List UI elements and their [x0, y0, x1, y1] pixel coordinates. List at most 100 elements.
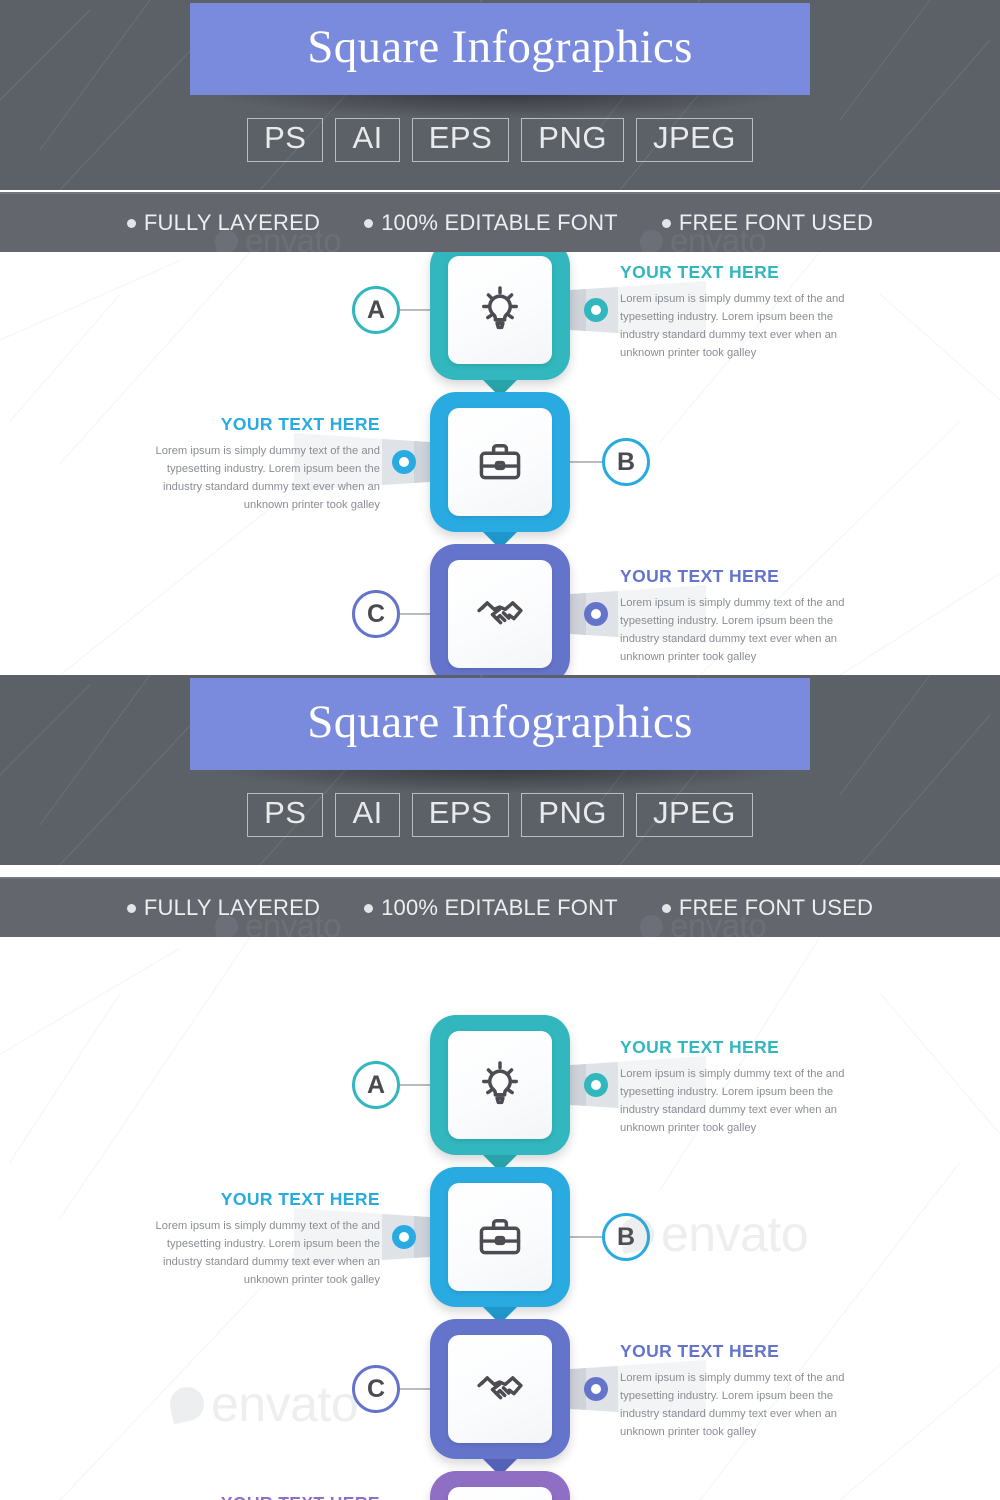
step-title: YOUR TEXT HERE — [620, 262, 780, 282]
step-icon-tile — [448, 408, 552, 516]
step-letter: C — [366, 1374, 386, 1403]
step-card[interactable] — [430, 252, 570, 397]
step-letter-badge-a[interactable]: A — [352, 286, 400, 334]
step-letter-badge-c[interactable]: C — [352, 1365, 400, 1413]
format-chip-jpeg[interactable]: JPEG — [635, 793, 753, 837]
step-title: YOUR TEXT HERE — [140, 1493, 380, 1500]
promo-title: Square Infographics — [307, 21, 693, 73]
step-card[interactable] — [430, 544, 570, 675]
step-text-block: YOUR TEXT HERE Lorem ipsum is simply dumm… — [620, 566, 860, 667]
format-chip-eps[interactable]: EPS — [411, 118, 510, 162]
handshake-icon — [471, 585, 529, 643]
features-bar-top: envato envato FULLY LAYERED 100% EDITABL… — [0, 192, 1000, 252]
step-card[interactable] — [430, 1319, 570, 1476]
step-letter: B — [616, 1222, 636, 1251]
step-body: Lorem ipsum is simply dummy text of the … — [620, 293, 845, 360]
step-card[interactable] — [430, 1015, 570, 1172]
step-text-block: YOUR TEXT HERE Lorem ipsum is simply dumm… — [140, 414, 380, 515]
step-text-block: YOUR TEXT HERE Lorem ipsum is simply dumm… — [620, 1037, 860, 1138]
step-ring-marker-icon — [584, 298, 608, 322]
feature-free-font: FREE FONT USED — [661, 895, 874, 921]
format-chip-png[interactable]: PNG — [521, 118, 624, 162]
title-ribbon-shadow — [215, 92, 787, 118]
step-body: Lorem ipsum is simply dummy text of the … — [620, 1372, 845, 1439]
bullet-dot-icon — [364, 903, 374, 913]
step-card[interactable] — [430, 1471, 570, 1500]
lightbulb-icon — [471, 281, 529, 339]
promo-banner-bottom: Square Infographics PS AI EPS PNG JPEG — [0, 675, 1000, 865]
step-title: YOUR TEXT HERE — [620, 1341, 780, 1361]
format-chip-png[interactable]: PNG — [521, 793, 624, 837]
feature-fully-layered: FULLY LAYERED — [126, 895, 321, 921]
feature-label: FULLY LAYERED — [143, 895, 321, 920]
step-text-block: YOUR TEXT HERELorem ipsum is simply dumm… — [140, 1493, 380, 1500]
briefcase-icon — [471, 433, 529, 491]
step-text-block: YOUR TEXT HERE Lorem ipsum is simply dumm… — [620, 1341, 860, 1442]
step-card[interactable] — [430, 392, 570, 549]
feature-editable-font: 100% EDITABLE FONT — [364, 210, 618, 236]
format-chip-jpeg[interactable]: JPEG — [635, 118, 753, 162]
step-ring-marker-icon — [584, 1377, 608, 1401]
format-chip-ps[interactable]: PS — [247, 793, 324, 837]
step-icon-tile — [448, 1031, 552, 1139]
feature-editable-font: 100% EDITABLE FONT — [364, 895, 618, 921]
step-letter: C — [366, 599, 386, 628]
feature-label: 100% EDITABLE FONT — [381, 210, 618, 235]
step-body: Lorem ipsum is simply dummy text of the … — [620, 1068, 845, 1135]
feature-label: FREE FONT USED — [678, 895, 874, 920]
step-letter-badge-c[interactable]: C — [352, 590, 400, 638]
format-chip-list: PS AI EPS PNG JPEG — [0, 793, 1000, 837]
step-letter: B — [616, 447, 636, 476]
format-chip-ai[interactable]: AI — [335, 118, 400, 162]
step-icon-tile — [448, 256, 552, 364]
bullet-dot-icon — [661, 903, 671, 913]
feature-label: 100% EDITABLE FONT — [381, 895, 618, 920]
features-bar-bottom: envato envato FULLY LAYERED 100% EDITABL… — [0, 877, 1000, 937]
step-icon-tile — [448, 1183, 552, 1291]
step-letter-badge-b[interactable]: B — [602, 438, 650, 486]
step-ring-marker-icon — [584, 602, 608, 626]
feature-fully-layered: FULLY LAYERED — [126, 210, 321, 236]
step-ring-marker-icon — [392, 450, 416, 474]
step-body: Lorem ipsum is simply dummy text of the … — [155, 445, 380, 512]
step-icon-tile — [448, 1487, 552, 1500]
feature-label: FREE FONT USED — [678, 210, 874, 235]
step-body: Lorem ipsum is simply dummy text of the … — [155, 1220, 380, 1287]
step-icon-tile — [448, 560, 552, 668]
feature-label: FULLY LAYERED — [143, 210, 321, 235]
title-ribbon: Square Infographics — [190, 678, 810, 770]
promo-banner-top: Square Infographics PS AI EPS PNG JPEG — [0, 0, 1000, 190]
step-title: YOUR TEXT HERE — [220, 1189, 380, 1209]
preview-page: Square Infographics PS AI EPS PNG JPEG e… — [0, 0, 1000, 1500]
title-ribbon: Square Infographics — [190, 3, 810, 95]
format-chip-ps[interactable]: PS — [247, 118, 324, 162]
bullet-dot-icon — [126, 218, 136, 228]
step-title: YOUR TEXT HERE — [620, 566, 780, 586]
step-title: YOUR TEXT HERE — [220, 414, 380, 434]
infographic-canvas-top: A YOUR TEXT HERE Lorem ipsum is simply dum… — [0, 252, 1000, 675]
step-letter-badge-b[interactable]: B — [602, 1213, 650, 1261]
step-body: Lorem ipsum is simply dummy text of the … — [620, 597, 845, 664]
step-card[interactable] — [430, 1167, 570, 1324]
format-chip-eps[interactable]: EPS — [411, 793, 510, 837]
bullet-dot-icon — [661, 218, 671, 228]
format-chip-list: PS AI EPS PNG JPEG — [0, 118, 1000, 162]
handshake-icon — [471, 1360, 529, 1418]
infographic-canvas-bottom: A YOUR TEXT HERE Lorem ipsum is simply dum… — [0, 937, 1000, 1500]
bullet-dot-icon — [364, 218, 374, 228]
title-ribbon-shadow — [215, 767, 787, 793]
step-letter-badge-a[interactable]: A — [352, 1061, 400, 1109]
feature-free-font: FREE FONT USED — [661, 210, 874, 236]
step-letter: A — [366, 295, 386, 324]
step-title: YOUR TEXT HERE — [620, 1037, 780, 1057]
step-text-block: YOUR TEXT HERE Lorem ipsum is simply dumm… — [140, 1189, 380, 1290]
lightbulb-icon — [471, 1056, 529, 1114]
step-icon-tile — [448, 1335, 552, 1443]
step-ring-marker-icon — [392, 1225, 416, 1249]
step-text-block: YOUR TEXT HERE Lorem ipsum is simply dumm… — [620, 262, 860, 363]
format-chip-ai[interactable]: AI — [335, 793, 400, 837]
briefcase-icon — [471, 1208, 529, 1266]
bullet-dot-icon — [126, 903, 136, 913]
promo-title: Square Infographics — [307, 696, 693, 748]
step-letter: A — [366, 1070, 386, 1099]
